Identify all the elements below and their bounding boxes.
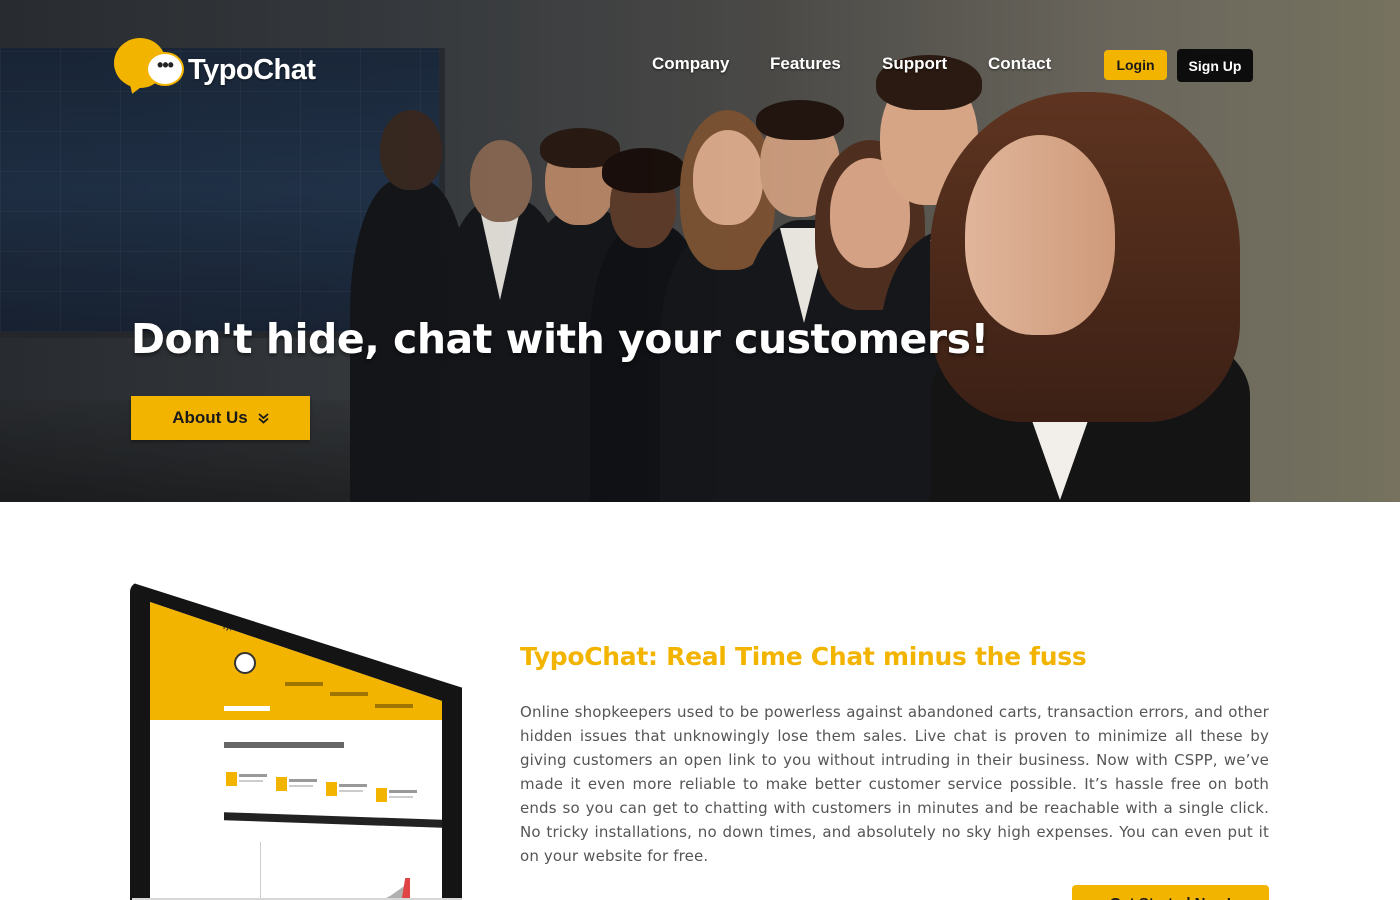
signup-button[interactable]: Sign Up	[1177, 49, 1253, 82]
hero-banner: ••• TypoChat Company Features Support Co…	[0, 0, 1400, 502]
hero-heading: Don't hide, chat with your customers!	[131, 315, 989, 363]
nav-item-features[interactable]: Features	[770, 54, 841, 74]
chat-dots-icon: •••	[146, 52, 184, 86]
about-us-label: About Us	[172, 408, 248, 427]
about-us-button[interactable]: About Us	[131, 396, 310, 440]
dashboard-monitor-image: TypoChat	[130, 582, 462, 900]
nav-item-company[interactable]: Company	[652, 54, 729, 74]
nav-item-support[interactable]: Support	[882, 54, 947, 74]
get-started-button[interactable]: Get Started Now!	[1072, 885, 1269, 900]
section-title: TypoChat: Real Time Chat minus the fuss	[520, 642, 1087, 671]
brand-logo[interactable]: ••• TypoChat	[114, 38, 324, 102]
nav-item-contact[interactable]: Contact	[988, 54, 1051, 74]
brand-name: TypoChat	[188, 54, 316, 86]
login-button[interactable]: Login	[1104, 50, 1167, 80]
double-chevron-down-icon	[258, 412, 269, 424]
section-description: Online shopkeepers used to be powerless …	[520, 703, 1269, 865]
